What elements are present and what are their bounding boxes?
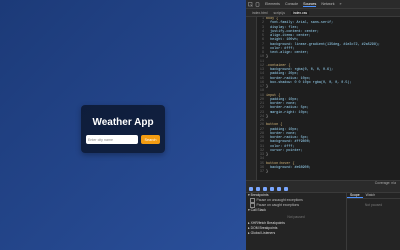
line-text: cursor: pointer; [266, 148, 303, 153]
line-text: } [266, 85, 269, 89]
code-editor[interactable]: 1 body {2 font-family: Arial, sans-serif;… [257, 17, 400, 180]
city-search-input[interactable] [86, 135, 138, 144]
tab-scope[interactable]: Scope [347, 193, 363, 198]
devtools-panel: Elements Console Sources Network » index… [246, 0, 400, 250]
file-tab-script-js[interactable]: script.js [273, 11, 285, 15]
more-tabs-button[interactable]: » [340, 2, 342, 6]
scope-tabs: Scope Watch [347, 193, 400, 199]
scope-panel: Scope Watch Not paused [347, 193, 400, 250]
deactivate-breakpoints-icon[interactable] [284, 187, 288, 191]
tab-console[interactable]: Console [285, 2, 298, 6]
device-toggle-icon[interactable] [255, 1, 260, 7]
file-tab-index-css[interactable]: index.css [290, 10, 310, 15]
debugger-sidebar: ▾ Breakpoints Pause on uncaught exceptio… [246, 193, 347, 250]
tab-elements[interactable]: Elements [265, 2, 280, 6]
line-text: } [266, 153, 269, 157]
line-text: text-align: center; [266, 51, 309, 55]
weather-card: Weather App Search [81, 105, 165, 153]
step-icon[interactable] [277, 187, 281, 191]
code-line[interactable]: 37} [257, 170, 400, 174]
file-tabs: index.html script.js index.css [246, 9, 400, 17]
step-out-icon[interactable] [270, 187, 274, 191]
pause-icon[interactable] [249, 187, 253, 191]
checkbox[interactable] [250, 198, 255, 203]
global-listeners-section[interactable]: ▸ Global Listeners [246, 231, 346, 236]
inspect-icon[interactable] [248, 1, 253, 7]
navigator-pane[interactable] [246, 17, 257, 180]
step-into-icon[interactable] [263, 187, 267, 191]
app-viewport: Weather App Search [0, 0, 246, 250]
devtools-toolbar: Elements Console Sources Network » [246, 0, 400, 9]
line-text: margin-right: 10px; [266, 110, 309, 115]
file-tab-index-html[interactable]: index.html [252, 11, 267, 15]
tab-sources[interactable]: Sources [303, 2, 317, 7]
app-title: Weather App [92, 117, 154, 128]
line-text: } [266, 170, 269, 174]
line-number[interactable]: 37 [257, 170, 264, 174]
debugger-toolbar [246, 186, 400, 193]
coverage-label[interactable]: Coverage: n/a [375, 181, 396, 185]
line-text: box-shadow: 0 0 10px rgba(0, 0, 0, 0.5); [266, 80, 352, 85]
scope-status: Not paused [364, 203, 383, 207]
search-button[interactable]: Search [141, 135, 160, 144]
line-text: background: #e68900; [266, 165, 311, 170]
call-stack-status: Not paused [287, 215, 305, 219]
tab-watch[interactable]: Watch [363, 193, 378, 198]
line-text: } [266, 114, 269, 119]
step-over-icon[interactable] [256, 187, 260, 191]
tab-network[interactable]: Network [321, 2, 334, 6]
line-text: } [266, 55, 269, 60]
